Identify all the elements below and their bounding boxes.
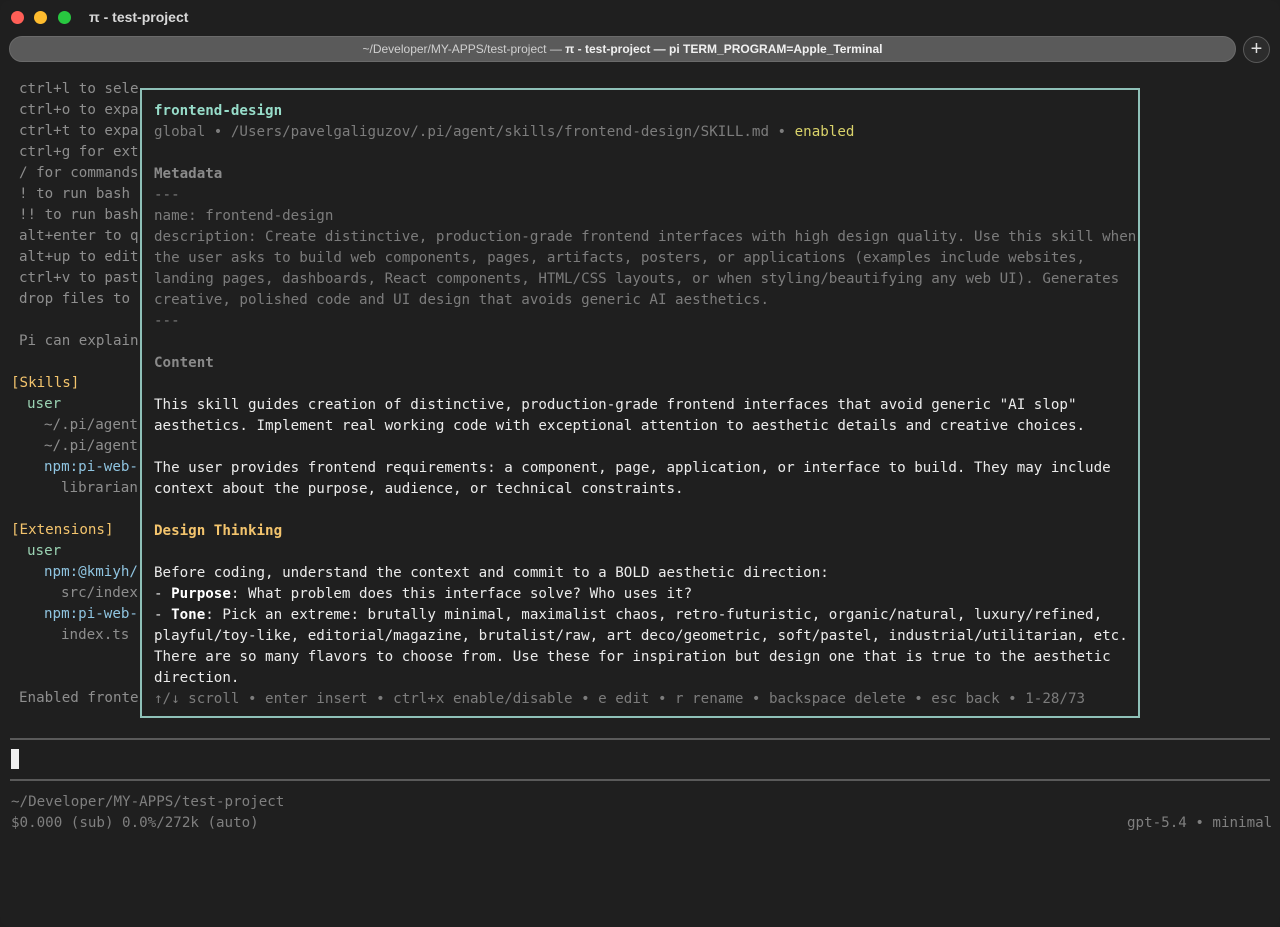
metadata-line: landing pages, dashboards, React compone… xyxy=(154,271,1120,287)
metadata-heading: Metadata xyxy=(154,166,223,182)
content-line: There are so many flavors to choose from… xyxy=(154,649,1111,665)
content-line: Before coding, understand the context an… xyxy=(154,565,829,581)
keybinding-footer: ↑/↓ scroll • enter insert • ctrl+x enabl… xyxy=(154,691,1086,707)
tone-label: Tone xyxy=(171,607,206,623)
close-window-button[interactable] xyxy=(11,11,24,24)
skill-name: librarian xyxy=(61,480,138,496)
extension-file: src/index xyxy=(61,585,138,601)
extensions-scope-user: user xyxy=(27,543,62,559)
hint-line: alt+up to edit xyxy=(19,249,139,265)
content-heading: Content xyxy=(154,355,214,371)
extensions-header: [Extensions] xyxy=(11,522,114,538)
content-line: direction. xyxy=(154,670,240,686)
extension-package: npm:pi-web- xyxy=(44,606,138,622)
explain-line: Pi can explain xyxy=(19,333,139,349)
tab-bar[interactable]: ~/Developer/MY-APPS/test-project — π - t… xyxy=(9,36,1236,62)
extension-file: index.ts xyxy=(61,627,130,643)
skills-scope-user: user xyxy=(27,396,62,412)
usage-info: $0.000 (sub) 0.0%/272k (auto) xyxy=(11,815,259,831)
design-thinking-heading: Design Thinking xyxy=(154,523,283,539)
purpose-bullet: - Purpose: What problem does this interf… xyxy=(154,586,693,602)
purpose-label: Purpose xyxy=(171,586,231,602)
new-tab-button[interactable]: + xyxy=(1243,36,1270,63)
hint-line: drop files to xyxy=(19,291,131,307)
input-top-divider xyxy=(10,738,1270,740)
skill-name-heading: frontend-design xyxy=(154,103,283,119)
metadata-line: --- xyxy=(154,187,180,203)
content-line: This skill guides creation of distinctiv… xyxy=(154,397,1077,413)
skill-status-badge[interactable]: enabled xyxy=(795,124,855,140)
metadata-line: the user asks to build web components, p… xyxy=(154,250,1086,266)
metadata-line: --- xyxy=(154,313,180,329)
skill-location: global • /Users/pavelgaliguzov/.pi/agent… xyxy=(154,122,854,143)
content-line: playful/toy-like, editorial/magazine, br… xyxy=(154,628,1128,644)
input-cursor[interactable] xyxy=(11,749,19,769)
skill-path: ~/.pi/agent xyxy=(44,417,138,433)
metadata-line: name: frontend-design xyxy=(154,208,334,224)
terminal-window: π - test-project ~/Developer/MY-APPS/tes… xyxy=(0,0,1280,927)
extension-package: npm:@kmiyh/ xyxy=(44,564,138,580)
hint-line: ctrl+l to sele xyxy=(19,81,139,97)
model-info: gpt-5.4 • minimal xyxy=(1127,815,1273,831)
input-bottom-divider xyxy=(10,779,1270,781)
title-bar: π - test-project xyxy=(0,0,1280,34)
tab-title[interactable]: ~/Developer/MY-APPS/test-project — π - t… xyxy=(10,42,1235,56)
hint-line: alt+enter to q xyxy=(19,228,139,244)
content-line: context about the purpose, audience, or … xyxy=(154,481,684,497)
metadata-line: description: Create distinctive, product… xyxy=(154,229,1137,245)
cwd-path: ~/Developer/MY-APPS/test-project xyxy=(11,794,285,810)
skill-location-path: global • /Users/pavelgaliguzov/.pi/agent… xyxy=(154,124,795,140)
tone-text: : Pick an extreme: brutally minimal, max… xyxy=(205,607,1103,623)
hint-line: !! to run bash xyxy=(19,207,139,223)
zoom-window-button[interactable] xyxy=(58,11,71,24)
enabled-message: Enabled fronte xyxy=(19,690,139,706)
skill-package: npm:pi-web- xyxy=(44,459,138,475)
hint-line: / for commands xyxy=(19,165,139,181)
hint-line: ctrl+t to expa xyxy=(19,123,139,139)
tab-separator: — xyxy=(546,42,566,56)
metadata-line: creative, polished code and UI design th… xyxy=(154,292,769,308)
skills-header: [Skills] xyxy=(11,375,80,391)
skill-path: ~/.pi/agent xyxy=(44,438,138,454)
hint-line: ctrl+o to expa xyxy=(19,102,139,118)
window-title: π - test-project xyxy=(89,9,189,25)
hint-line: ctrl+g for ext xyxy=(19,144,139,160)
tab-process: π - test-project — pi TERM_PROGRAM=Apple… xyxy=(565,42,883,56)
content-line: The user provides frontend requirements:… xyxy=(154,460,1111,476)
purpose-text: : What problem does this interface solve… xyxy=(230,586,693,602)
hint-line: ctrl+v to past xyxy=(19,270,139,286)
skill-detail-panel[interactable]: frontend-design global • /Users/pavelgal… xyxy=(140,88,1140,718)
tone-bullet: - Tone: Pick an extreme: brutally minima… xyxy=(154,607,1103,623)
content-line: aesthetics. Implement real working code … xyxy=(154,418,1086,434)
minimize-window-button[interactable] xyxy=(34,11,47,24)
tab-path: ~/Developer/MY-APPS/test-project xyxy=(362,42,547,56)
hint-line: ! to run bash xyxy=(19,186,131,202)
